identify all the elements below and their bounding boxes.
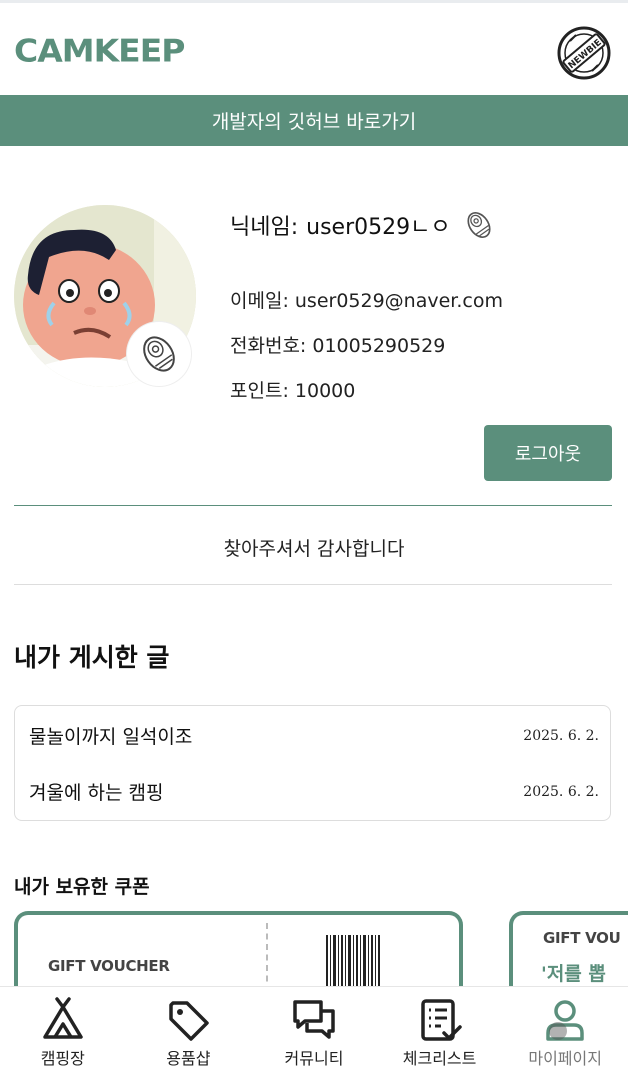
tent-icon: [43, 997, 83, 1039]
post-date: 2025. 6. 2.: [523, 783, 599, 800]
app-logo[interactable]: CAMKEEP: [14, 32, 185, 69]
points-label: 포인트:: [230, 380, 289, 402]
divider: [14, 584, 612, 585]
tab-label: 캠핑장: [40, 1049, 85, 1068]
nickname-value: user0529ㄴㅇ: [306, 215, 451, 240]
github-link-banner[interactable]: 개발자의 깃허브 바로가기: [0, 95, 628, 146]
app-header: CAMKEEP NEWBIE: [0, 3, 628, 95]
points-value: 10000: [294, 380, 356, 402]
phone-value: 01005290529: [312, 335, 446, 357]
tab-label: 커뮤니티: [284, 1049, 344, 1068]
coupon-label: GIFT VOUCHER: [48, 957, 170, 975]
checklist-icon: [420, 999, 462, 1041]
tape-badge-small-icon: [467, 212, 491, 238]
points-row: 포인트: 10000: [230, 376, 355, 403]
phone-row: 전화번호: 01005290529: [230, 331, 445, 358]
user-icon: [546, 1000, 584, 1041]
chat-icon: [293, 1000, 335, 1039]
newbie-badge-icon[interactable]: NEWBIE: [556, 25, 612, 81]
tab-label: 용품샵: [166, 1049, 211, 1068]
post-date: 2025. 6. 2.: [523, 727, 599, 744]
my-posts-list: 물놀이까지 일석이조 2025. 6. 2. 겨울에 하는 캠핑 2025. 6…: [14, 705, 611, 821]
nickname-label: 닉네임:: [230, 215, 299, 240]
tape-badge-icon: [127, 322, 191, 386]
list-item[interactable]: 물놀이까지 일석이조 2025. 6. 2.: [29, 722, 599, 749]
phone-label: 전화번호:: [230, 335, 307, 357]
list-item[interactable]: 겨울에 하는 캠핑 2025. 6. 2.: [29, 778, 599, 805]
tab-shop[interactable]: 용품샵: [126, 987, 252, 1078]
post-title: 겨울에 하는 캠핑: [29, 782, 164, 804]
tag-icon: [169, 1001, 210, 1041]
coupon-label: GIFT VOU: [543, 929, 621, 947]
tab-mypage[interactable]: 마이페이지: [502, 987, 628, 1078]
tab-checklist[interactable]: 체크리스트: [377, 987, 503, 1078]
nickname-row: 닉네임: user0529ㄴㅇ: [230, 205, 499, 245]
tab-camping[interactable]: 캠핑장: [0, 987, 126, 1078]
post-title: 물놀이까지 일석이조: [29, 726, 193, 748]
banner-label: 개발자의 깃허브 바로가기: [211, 111, 417, 133]
tab-label: 체크리스트: [402, 1049, 477, 1068]
tab-label: 마이페이지: [528, 1049, 602, 1068]
email-row: 이메일: user0529@naver.com: [230, 286, 503, 313]
logout-button[interactable]: 로그아웃: [484, 425, 612, 481]
thanks-message: 찾아주셔서 감사합니다: [223, 538, 405, 560]
email-label: 이메일:: [230, 290, 289, 312]
tab-community[interactable]: 커뮤니티: [251, 987, 377, 1078]
email-value: user0529@naver.com: [294, 290, 503, 312]
coupon-subtitle: '저를 뽑: [541, 963, 606, 985]
divider: [14, 505, 612, 506]
my-posts-heading: 내가 게시한 글: [14, 643, 170, 672]
bottom-tab-bar: 캠핑장 용품샵 커뮤니티 체크리스트 마이페이지: [0, 986, 628, 1078]
my-coupons-heading: 내가 보유한 쿠폰: [14, 876, 150, 898]
